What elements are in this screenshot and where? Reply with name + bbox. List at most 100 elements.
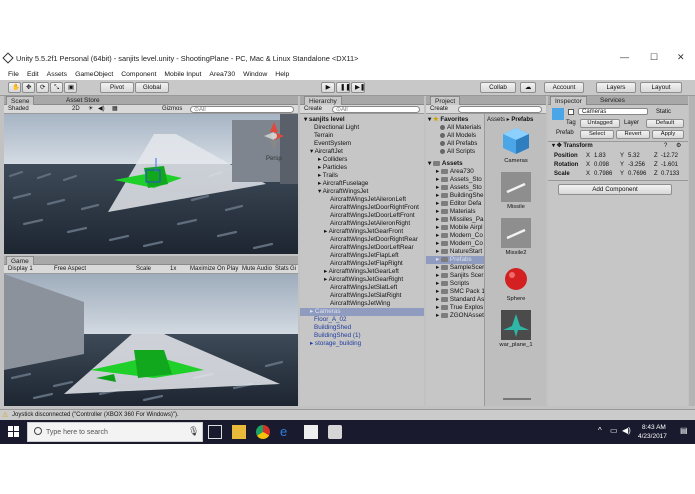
- list-item[interactable]: ▾ AircraftWingsJet: [318, 188, 368, 196]
- menu-window[interactable]: Window: [243, 71, 267, 78]
- network-icon[interactable]: ▭: [610, 426, 618, 435]
- mute-audio-toggle[interactable]: Mute Audio: [242, 265, 272, 273]
- list-item[interactable]: ▸ storage_building: [310, 340, 361, 348]
- list-item[interactable]: AircraftWingsJetFlapLeft: [330, 252, 399, 260]
- rect-tool-icon[interactable]: ▣: [64, 82, 77, 93]
- clock-time[interactable]: 8:43 AM: [642, 424, 666, 432]
- menu-edit[interactable]: Edit: [27, 71, 39, 78]
- list-item[interactable]: ▸ Missiles_Pa: [436, 216, 484, 224]
- list-item[interactable]: ▸ AircraftWingsJetGearFront: [324, 228, 403, 236]
- unity-taskbar-icon[interactable]: [328, 425, 342, 439]
- tab-project[interactable]: Project: [430, 96, 461, 105]
- position-z-field[interactable]: -12.72: [661, 152, 678, 160]
- prefab-war-plane[interactable]: war_plane_1: [499, 310, 533, 348]
- object-name-field[interactable]: Cameras: [578, 108, 648, 115]
- play-button[interactable]: ▶: [321, 82, 335, 93]
- list-item[interactable]: AircraftWingsJetDoorLeftRear: [330, 244, 414, 252]
- aspect-dropdown[interactable]: Free Aspect: [54, 265, 86, 273]
- prefab-cameras[interactable]: Cameras: [499, 126, 533, 164]
- volume-icon[interactable]: ◀): [622, 426, 631, 435]
- menu-mobile-input[interactable]: Mobile Input: [164, 71, 201, 78]
- effects-icon[interactable]: ▦: [112, 105, 118, 113]
- menu-component[interactable]: Component: [121, 71, 156, 78]
- prefab-missile[interactable]: Missile: [499, 172, 533, 210]
- cloud-icon[interactable]: ☁: [520, 82, 536, 93]
- list-item[interactable]: ▸ AircraftWingsJetGearLeft: [324, 268, 399, 276]
- list-item[interactable]: Terrain: [314, 132, 333, 140]
- favorites-header[interactable]: ▾ ★ Favorites: [428, 116, 468, 124]
- edge-icon[interactable]: e: [280, 425, 294, 439]
- scale-x-field[interactable]: 0.7986: [594, 170, 612, 178]
- pause-button[interactable]: ❚❚: [336, 82, 351, 93]
- active-checkbox[interactable]: [568, 109, 574, 115]
- list-item[interactable]: Floor_A_02: [314, 316, 347, 324]
- rotation-z-field[interactable]: -1.601: [661, 161, 678, 169]
- list-item[interactable]: All Scripts: [440, 148, 475, 156]
- menu-area730[interactable]: Area730: [209, 71, 235, 78]
- gizmos-dropdown[interactable]: Gizmos: [162, 105, 182, 113]
- add-component-button[interactable]: Add Component: [558, 184, 672, 195]
- list-item[interactable]: ▸ SampleScer: [436, 264, 484, 272]
- list-item[interactable]: BuildingShed: [314, 324, 351, 332]
- windows-start-icon[interactable]: [8, 426, 20, 438]
- shading-dropdown[interactable]: Shaded: [8, 105, 29, 113]
- list-item[interactable]: ▸ Editor Defa: [436, 200, 481, 208]
- list-item[interactable]: ▸ Materials: [436, 208, 475, 216]
- list-item[interactable]: ▸ Scripts: [436, 280, 469, 288]
- list-item[interactable]: AircraftWingsJetAileronLeft: [330, 196, 406, 204]
- audio-icon[interactable]: ◀): [98, 105, 105, 113]
- list-item[interactable]: All Prefabs: [440, 140, 477, 148]
- hierarchy-search-input[interactable]: ⊙All: [332, 106, 420, 113]
- list-item[interactable]: ▸ Assets_Sto: [436, 176, 482, 184]
- microphone-icon[interactable]: 🎙: [188, 426, 199, 437]
- layout-dropdown[interactable]: Layout: [640, 82, 682, 93]
- maximize-icon[interactable]: ☐: [650, 52, 658, 63]
- tab-asset-store[interactable]: Asset Store: [62, 96, 104, 105]
- step-button[interactable]: ▶❚: [351, 82, 365, 93]
- position-x-field[interactable]: 1.83: [594, 152, 606, 160]
- scene-viewport[interactable]: Persp: [4, 114, 298, 254]
- scale-y-field[interactable]: 0.7696: [628, 170, 646, 178]
- project-create-dropdown[interactable]: Create: [430, 105, 448, 113]
- global-toggle[interactable]: Global: [135, 82, 169, 93]
- list-item[interactable]: AircraftWingsJetDoorLeftFront: [330, 212, 415, 220]
- store-icon[interactable]: [304, 425, 318, 439]
- list-item[interactable]: ▸ Standard As: [436, 296, 484, 304]
- rotation-y-field[interactable]: -3.256: [628, 161, 645, 169]
- transform-header[interactable]: ▾ ✥ Transform: [552, 142, 593, 150]
- tab-game[interactable]: Game: [6, 256, 34, 265]
- tab-scene[interactable]: Scene: [6, 96, 35, 105]
- menu-file[interactable]: File: [8, 71, 19, 78]
- list-item[interactable]: ▸ AircraftWingsJetGearRight: [324, 276, 403, 284]
- list-item[interactable]: ▸ True Explos: [436, 304, 483, 312]
- layer-dropdown[interactable]: Default: [646, 119, 684, 128]
- position-y-field[interactable]: 5.32: [628, 152, 640, 160]
- list-item[interactable]: ▸ Particles: [318, 164, 347, 172]
- prefab-sphere[interactable]: Sphere: [499, 264, 533, 302]
- thumbnail-size-slider[interactable]: [503, 398, 531, 400]
- list-item[interactable]: AircraftWingsJetAileronRight: [330, 220, 410, 228]
- scale-value[interactable]: 1x: [170, 265, 176, 273]
- prefab-apply-button[interactable]: Apply: [652, 130, 684, 139]
- list-item[interactable]: AircraftWingsJetDoorRightRear: [330, 236, 418, 244]
- rotation-x-field[interactable]: 0.098: [594, 161, 609, 169]
- tag-dropdown[interactable]: Untagged: [580, 119, 620, 128]
- list-item[interactable]: ▸ Assets_Sto: [436, 184, 482, 192]
- file-explorer-icon[interactable]: [232, 425, 246, 439]
- list-item[interactable]: ▾ AircraftJet: [310, 148, 343, 156]
- clock-date[interactable]: 4/23/2017: [638, 433, 667, 441]
- scene-root-item[interactable]: ▾ sanjits level: [304, 116, 345, 124]
- hierarchy-create-dropdown[interactable]: Create: [304, 105, 322, 113]
- selected-item-cameras[interactable]: ▸ Cameras: [300, 308, 424, 316]
- close-icon[interactable]: ✕: [677, 52, 685, 63]
- list-item[interactable]: ▸ AircraftFuselage: [318, 180, 368, 188]
- scale-z-field[interactable]: 0.7133: [661, 170, 679, 178]
- lighting-icon[interactable]: ☀: [88, 105, 93, 113]
- list-item[interactable]: ▸ Mobile Airpl: [436, 224, 482, 232]
- taskbar-search-input[interactable]: Type here to search 🎙: [27, 422, 203, 442]
- scale-tool-icon[interactable]: ⤡: [50, 82, 63, 93]
- list-item[interactable]: BuildingShed (1): [314, 332, 361, 340]
- help-icon[interactable]: ?: [664, 142, 667, 150]
- layers-dropdown[interactable]: Layers: [596, 82, 636, 93]
- prefab-revert-button[interactable]: Revert: [616, 130, 650, 139]
